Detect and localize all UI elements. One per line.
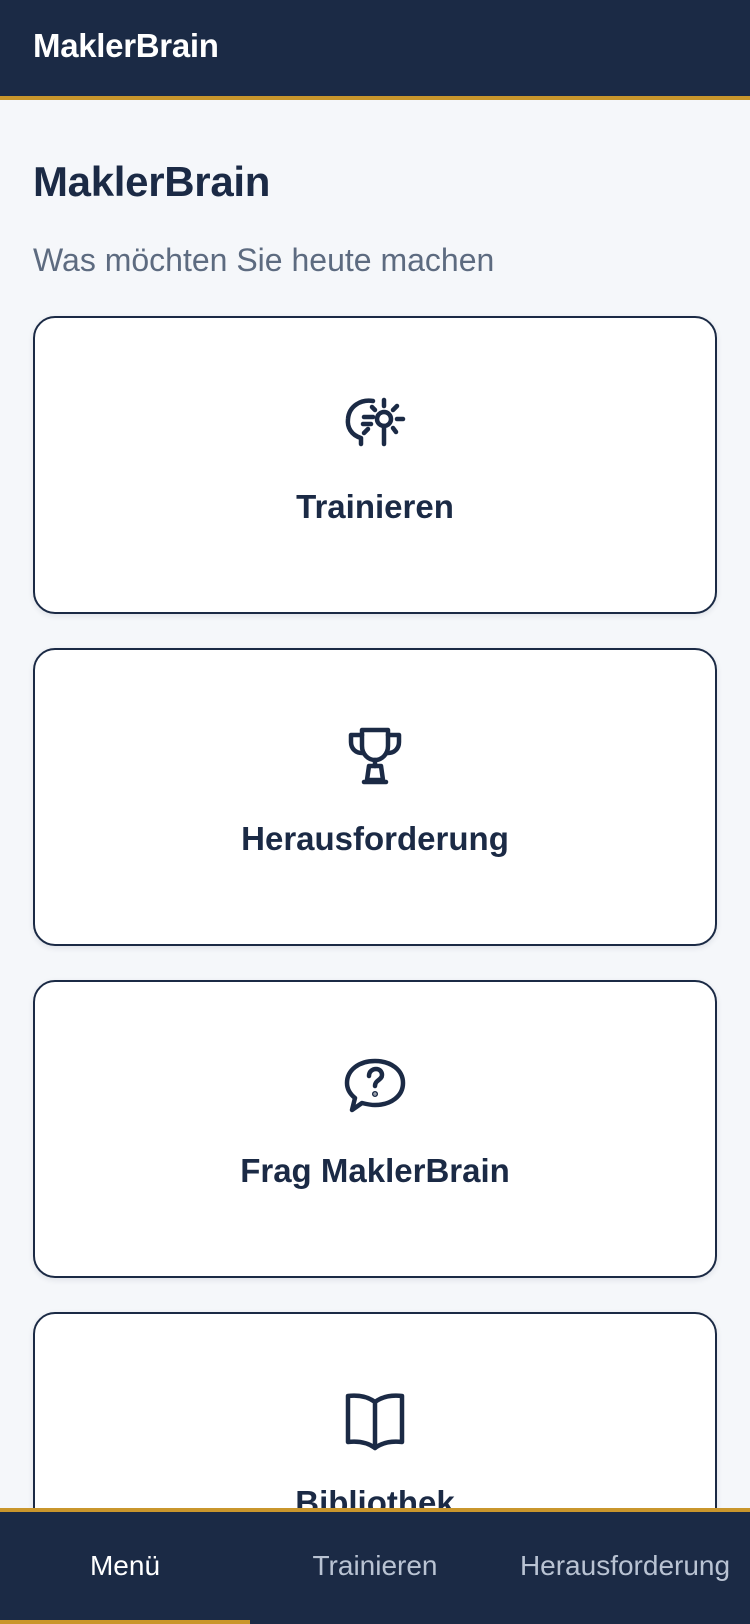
card-label: Frag MaklerBrain [240, 1152, 510, 1189]
card-label: Herausforderung [241, 820, 509, 857]
open-book-icon [339, 1384, 411, 1456]
active-tab-indicator [0, 1620, 250, 1624]
tab-label: Trainieren [312, 1550, 438, 1581]
app-header: MaklerBrain [0, 0, 750, 100]
card-bibliothek[interactable]: Bibliothek [33, 1312, 717, 1510]
tab-label: Herausforderung [519, 1550, 731, 1581]
tab-herausforderung[interactable]: Herausforderung [500, 1512, 750, 1624]
tab-menu[interactable]: Menü [0, 1512, 250, 1624]
card-trainieren[interactable]: Trainieren [33, 316, 717, 614]
card-label: Trainieren [296, 488, 454, 525]
app-title: MaklerBrain [33, 27, 219, 64]
tab-label: Menü [89, 1550, 161, 1581]
bottom-tab-bar: Menü Trainieren Herausforderung [0, 1508, 750, 1624]
card-frag-maklerbrain[interactable]: Frag MaklerBrain [33, 980, 717, 1278]
card-herausforderung[interactable]: Herausforderung [33, 648, 717, 946]
page-subtitle: Was möchten Sie heute machen [33, 242, 495, 278]
tab-trainieren[interactable]: Trainieren [250, 1512, 500, 1624]
card-label: Bibliothek [295, 1484, 455, 1510]
main-content[interactable]: MaklerBrain Was möchten Sie heute machen… [0, 100, 750, 1510]
question-bubble-icon [339, 1052, 411, 1124]
brain-lightbulb-icon [339, 388, 411, 460]
trophy-icon [339, 720, 411, 792]
page-title: MaklerBrain [33, 158, 271, 205]
